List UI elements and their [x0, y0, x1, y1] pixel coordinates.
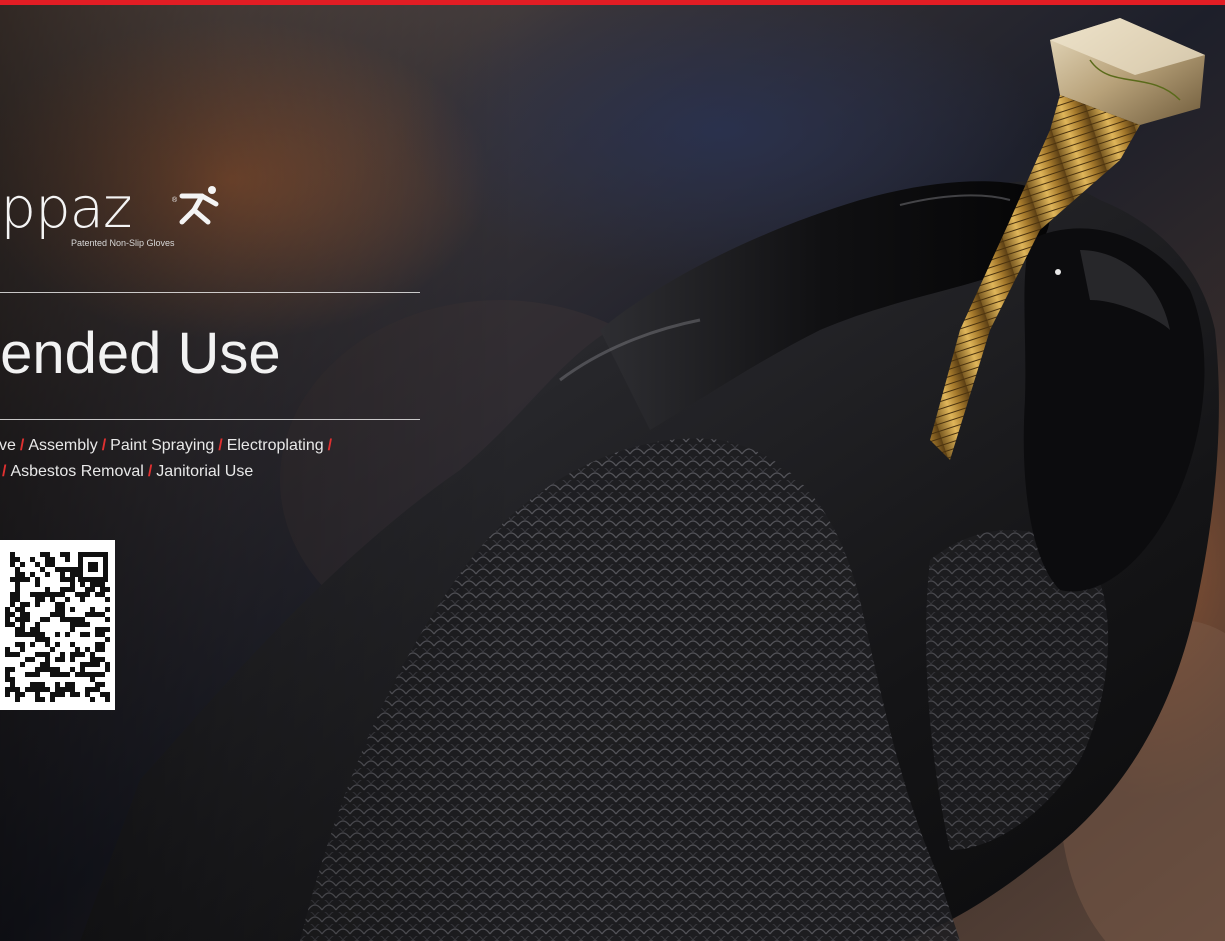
- hero-banner: ippaz ® Patented Non-Slip Gloves tended …: [0, 0, 1225, 941]
- uses-line-2: / Asbestos Removal / Janitorial Use: [0, 458, 253, 486]
- use-separator: /: [147, 463, 153, 480]
- use-item-janitorial-use: Janitorial Use: [156, 463, 254, 480]
- use-separator: /: [327, 437, 333, 454]
- use-separator: /: [19, 437, 25, 454]
- uses-line-1: ve / Assembly / Paint Spraying / Electroplatin…: [0, 432, 336, 460]
- qr-code-icon: [5, 552, 110, 702]
- use-item-paint-spraying: Paint Spraying: [110, 437, 215, 454]
- logo-tagline: Patented Non-Slip Gloves: [71, 238, 175, 248]
- use-item: ve: [0, 437, 16, 454]
- top-accent-bar: [0, 0, 1225, 5]
- use-item-assembly: Assembly: [28, 437, 98, 454]
- svg-text:®: ®: [172, 196, 178, 204]
- section-title: tended Use: [0, 321, 281, 386]
- use-separator: /: [101, 437, 107, 454]
- qr-code[interactable]: [0, 540, 115, 710]
- use-separator: /: [2, 463, 7, 480]
- divider-top: [0, 292, 420, 293]
- divider-bottom: [0, 419, 420, 420]
- brand-logo[interactable]: ippaz ® Patented Non-Slip Gloves: [0, 178, 240, 258]
- running-figure-icon: ®: [172, 186, 219, 225]
- use-item-electroplating: Electroplating: [226, 437, 324, 454]
- use-item-asbestos-removal: Asbestos Removal: [10, 463, 144, 480]
- logo-wordmark: ippaz: [0, 176, 132, 241]
- use-separator: /: [218, 437, 223, 454]
